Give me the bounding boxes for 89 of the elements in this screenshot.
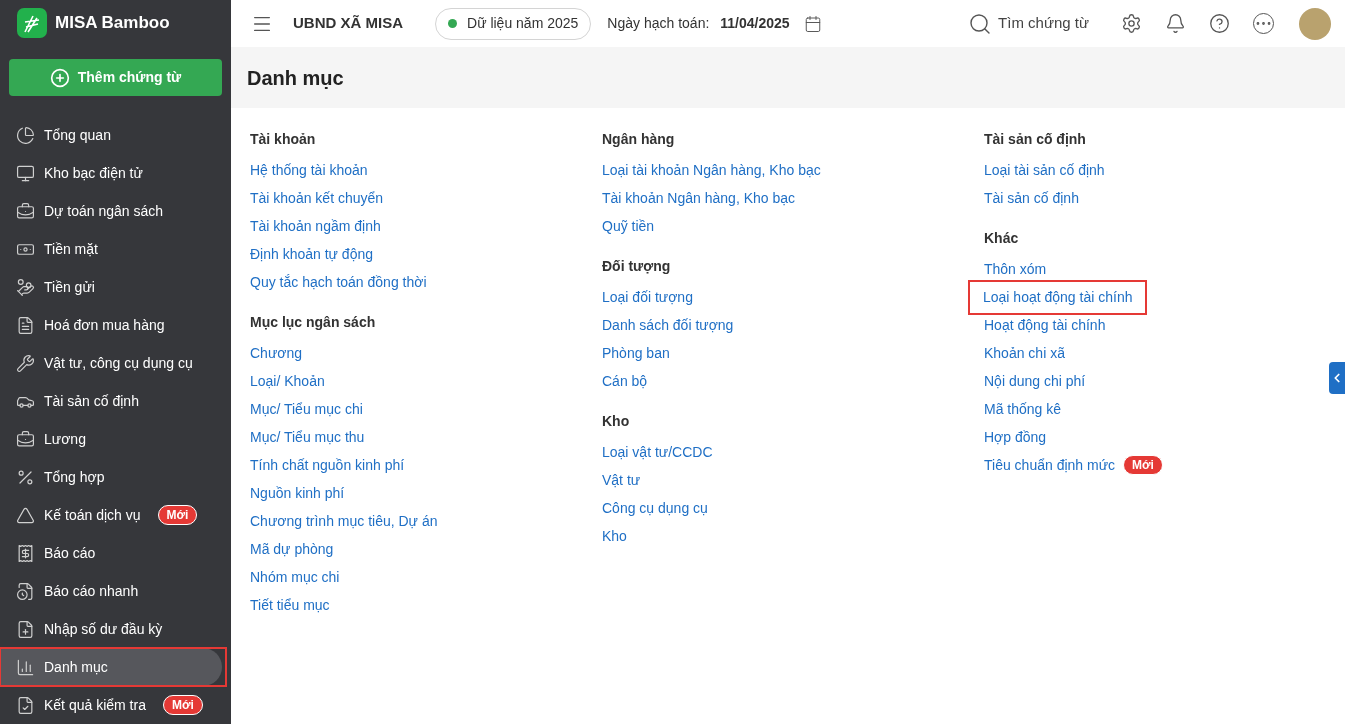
briefcase-icon	[16, 201, 35, 221]
section-title: Kho	[602, 412, 630, 431]
catalog-link[interactable]: Hoạt động tài chính	[984, 314, 1106, 336]
document-plus-icon	[16, 619, 35, 639]
sidebar-item[interactable]: Báo cáo nhanh	[0, 572, 226, 610]
sidebar-item[interactable]: Kế toán dịch vụ Mới	[0, 496, 226, 534]
help-icon[interactable]	[1209, 13, 1230, 34]
document-clock-icon	[16, 581, 35, 601]
catalog-link[interactable]: Tài khoản ngầm định	[250, 215, 381, 237]
section-title: Tài sản cố định	[984, 130, 1086, 149]
catalog-link[interactable]: Chương	[250, 342, 303, 364]
sidebar-item[interactable]: Lương	[0, 420, 226, 458]
monitor-icon	[16, 163, 35, 183]
sidebar-item[interactable]: Báo cáo	[0, 534, 226, 572]
catalog-link[interactable]: Loại hoạt động tài chính	[970, 281, 1146, 313]
catalog-link[interactable]: Khoản chi xã	[984, 342, 1065, 364]
catalog-link[interactable]: Hệ thống tài khoản	[250, 159, 368, 181]
calendar-icon[interactable]	[803, 14, 822, 33]
app-name: MISA Bamboo	[55, 11, 170, 34]
catalog-link[interactable]: Loại tài sản cố định	[984, 159, 1105, 181]
catalog-link[interactable]: Loại vật tư/CCDC	[602, 441, 713, 463]
document-icon	[16, 315, 35, 335]
catalog-link[interactable]: Tiết tiểu mục	[250, 594, 330, 616]
catalog-link[interactable]: Mã dự phòng	[250, 538, 334, 560]
catalog-link[interactable]: Nhóm mục chi	[250, 566, 340, 588]
catalog-link[interactable]: Danh sách đối tượng	[602, 314, 734, 336]
new-badge: Mới	[162, 695, 203, 715]
catalog-link[interactable]: Nội dung chi phí	[984, 370, 1086, 392]
catalog-link[interactable]: Loại/ Khoản	[250, 370, 325, 392]
receipt-icon	[16, 543, 35, 563]
hand-coin-icon	[16, 277, 35, 297]
catalog-link[interactable]: Mục/ Tiểu mục chi	[250, 398, 363, 420]
add-document-button[interactable]: Thêm chứng từ	[9, 59, 222, 96]
posting-date: 11/04/2025	[720, 14, 790, 33]
catalog-link[interactable]: Vật tư	[602, 469, 641, 491]
sidebar-item[interactable]: Kết quả kiểm tra Mới	[0, 686, 226, 724]
sidebar-item[interactable]: Nhập số dư đầu kỳ	[0, 610, 226, 648]
sidebar-item[interactable]: Vật tư, công cụ dụng cụ	[0, 344, 226, 382]
sidebar-item[interactable]: Tổng hợp	[0, 458, 226, 496]
catalog-link[interactable]: Quy tắc hạch toán đồng thời	[250, 271, 427, 293]
catalog-link[interactable]: Nguồn kinh phí	[250, 482, 345, 504]
catalog-link[interactable]: Định khoản tự động	[250, 243, 373, 265]
section-title: Đối tượng	[602, 257, 671, 276]
bar-chart-icon	[16, 657, 35, 677]
section-title: Mục lục ngân sách	[250, 313, 376, 332]
sidebar-item[interactable]: Danh mục	[0, 648, 222, 686]
catalog-link[interactable]: Tính chất nguồn kinh phí	[250, 454, 405, 476]
catalog-link[interactable]: Thôn xóm	[984, 258, 1047, 280]
catalog-link[interactable]: Loại tài khoản Ngân hàng, Kho bạc	[602, 159, 821, 181]
catalog-link[interactable]: Mục/ Tiểu mục thu	[250, 426, 365, 448]
catalog-link[interactable]: Tài khoản Ngân hàng, Kho bạc	[602, 187, 796, 209]
plus-icon	[49, 67, 70, 88]
catalog-link[interactable]: Tài khoản kết chuyển	[250, 187, 384, 209]
section-title: Tài khoản	[250, 130, 316, 149]
page-title: Danh mục	[247, 65, 344, 91]
sidebar-item[interactable]: Dự toán ngân sách	[0, 192, 226, 230]
organization-name: UBND XÃ MISA	[293, 13, 403, 34]
sidebar-item[interactable]: Tiền mặt	[0, 230, 226, 268]
sidebar-item[interactable]: Tiền gửi	[0, 268, 226, 306]
catalog-link[interactable]: Hợp đồng	[984, 426, 1047, 448]
new-badge: Mới	[1123, 455, 1163, 475]
catalog-link[interactable]: Tiêu chuẩn định mức	[984, 454, 1116, 476]
catalog-link[interactable]: Công cụ dụng cụ	[602, 497, 708, 519]
posting-date-label: Ngày hạch toán:	[607, 14, 710, 33]
catalog-link[interactable]: Kho	[602, 525, 627, 547]
new-badge: Mới	[157, 505, 198, 525]
catalog-link[interactable]: Quỹ tiền	[602, 215, 655, 237]
search-button[interactable]: Tìm chứng từ	[968, 11, 1089, 36]
briefcase-icon	[16, 429, 35, 449]
pie-chart-icon	[16, 125, 35, 145]
catalog-link[interactable]: Mã thống kê	[984, 398, 1062, 420]
sidebar-item[interactable]: Tài sản cố định	[0, 382, 226, 420]
sidebar-item[interactable]: Hoá đơn mua hàng	[0, 306, 226, 344]
catalog-link[interactable]: Loại đối tượng	[602, 286, 693, 308]
section-title: Khác	[984, 229, 1019, 248]
catalog-link[interactable]: Tài sản cố định	[984, 187, 1079, 209]
settings-icon[interactable]	[1121, 13, 1142, 34]
collapse-tab[interactable]	[1329, 362, 1345, 394]
sidebar-item[interactable]: Tổng quan	[0, 116, 226, 154]
triangle-icon	[16, 505, 35, 525]
catalog-link[interactable]: Phòng ban	[602, 342, 670, 364]
catalog-link[interactable]: Cán bộ	[602, 370, 648, 392]
document-check-icon	[16, 695, 35, 715]
sidebar-item[interactable]: Kho bạc điện tử	[0, 154, 226, 192]
logo-icon	[17, 7, 47, 38]
catalog-link[interactable]: Chương trình mục tiêu, Dự án	[250, 510, 438, 532]
tools-icon	[16, 353, 35, 373]
section-title: Ngân hàng	[602, 130, 675, 149]
bell-icon[interactable]	[1165, 13, 1186, 34]
